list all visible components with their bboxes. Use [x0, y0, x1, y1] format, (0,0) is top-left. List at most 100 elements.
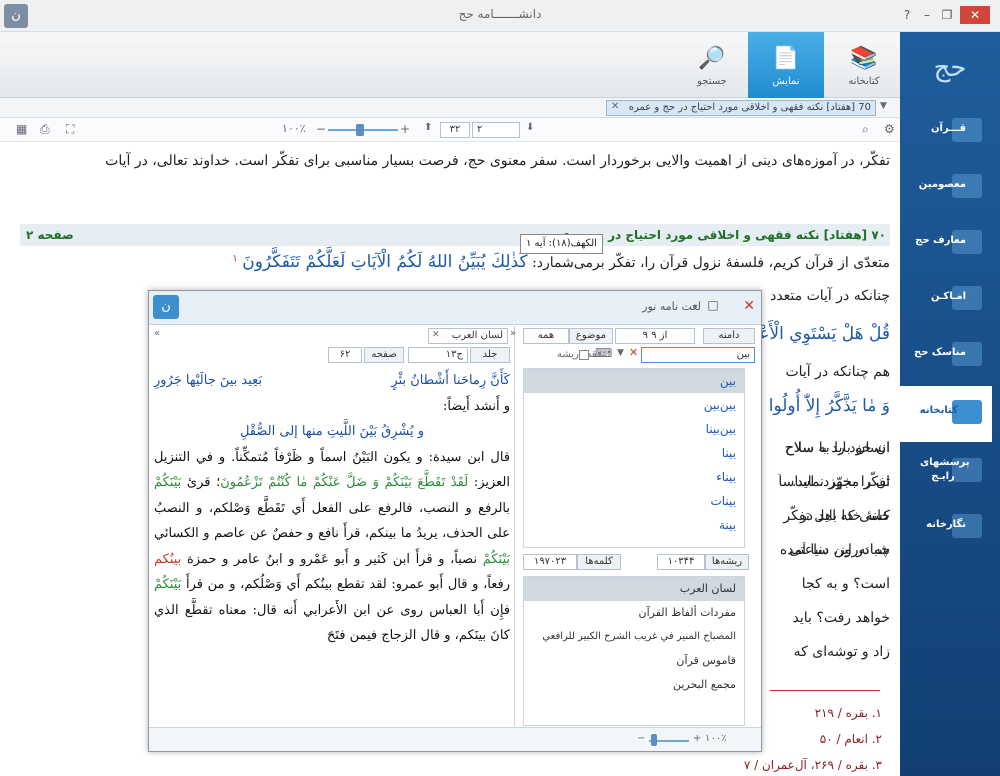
- app-logo-icon: ن: [4, 4, 28, 28]
- tab-view-label: نمایش: [772, 76, 800, 87]
- sidebar-item-gallery[interactable]: نگارخانه: [900, 500, 1000, 556]
- text-line: و أَنشد أَيضاً:: [442, 398, 510, 414]
- sidebar-item-hajj-knowledge[interactable]: معارف حج: [900, 216, 1000, 272]
- sidebar-item-label: کتابخانه: [919, 405, 958, 416]
- page-down-icon[interactable]: ⬇: [526, 122, 534, 133]
- topic-value[interactable]: همه: [523, 328, 569, 344]
- tab-search-label: جستجو: [697, 76, 727, 87]
- page-value[interactable]: ۶۲: [328, 347, 362, 363]
- close-doc-icon[interactable]: ✕: [611, 101, 619, 112]
- paragraph-11: زاد و توشه‌ای که: [793, 644, 890, 660]
- dialog-zoom-in-icon[interactable]: +: [693, 733, 701, 744]
- sidebar-item-quran[interactable]: قـــرآن: [900, 104, 1000, 160]
- page-input[interactable]: ۲: [472, 122, 520, 138]
- keyboard-icon[interactable]: ⌨: [595, 346, 612, 360]
- dialog-zoom-out-icon[interactable]: −: [637, 733, 645, 744]
- paragraph-7b: خانهٔ خدا باید در: [800, 508, 890, 524]
- sidebar-item-label: قـــرآن: [931, 123, 966, 134]
- quran-quote[interactable]: بَيْنَكُمْ: [154, 577, 181, 592]
- list-item[interactable]: مفردات ألفاظ القرآن: [524, 601, 744, 625]
- dialog-zoom-value: ۱۰۰٪: [705, 733, 727, 744]
- list-item[interactable]: بين: [524, 369, 744, 393]
- grid-view-icon[interactable]: ▦: [16, 122, 27, 136]
- list-item[interactable]: بينا: [524, 441, 744, 465]
- list-item[interactable]: المصباح المنير في غريب الشرح الكبير للرا…: [524, 625, 744, 649]
- print-icon[interactable]: ⎙: [40, 122, 50, 137]
- zoom-in-icon[interactable]: +: [400, 122, 410, 136]
- footnote-2[interactable]: ٢. انعام / ۵۰: [820, 732, 882, 746]
- list-item[interactable]: بينة: [524, 513, 744, 537]
- poem-2: و يُشْرِقُ بَيْنَ اللَّيتِ منها إلى الصُ…: [239, 424, 425, 439]
- list-item[interactable]: مجمع البحرين: [524, 673, 744, 697]
- sidebar-item-places[interactable]: امـاکـن: [900, 272, 1000, 328]
- zoom-slider-thumb[interactable]: [356, 124, 364, 136]
- tab-library[interactable]: 📚 کتابخانه: [828, 32, 900, 98]
- verse-3[interactable]: وَ مٰا يَذَّكَّرُ إِلاّٰ أُولُوا: [769, 396, 890, 416]
- dictionary-reader-pane: « لسان العرب ✕ » ۶۲ صفحه ج۱۳ جلد كَأَنَّ…: [150, 326, 516, 726]
- words-count: ۱۹۷۰۲۳: [523, 554, 577, 570]
- roots-count: ۱۰۳۴۴: [657, 554, 705, 570]
- list-item[interactable]: بين‌بين: [524, 393, 744, 417]
- fullscreen-icon[interactable]: ⛶: [66, 122, 74, 137]
- address-dropdown-icon[interactable]: ▼: [880, 101, 887, 111]
- paragraph-3: چنانکه در آیات متعدد: [770, 288, 890, 304]
- quran-quote[interactable]: بَيْنَكُمْ: [483, 552, 510, 567]
- verse-1[interactable]: كَذٰلِكَ يُبَيِّنُ اللهُ لَكُمُ الْآيَات…: [242, 252, 527, 272]
- root-only-checkbox[interactable]: [579, 350, 589, 360]
- roots-label: ریشه‌ها: [705, 554, 749, 570]
- search-dropdown-icon[interactable]: ▼: [617, 348, 624, 358]
- zoom-out-icon[interactable]: −: [316, 122, 326, 136]
- zoom-value: ۱۰۰٪: [282, 122, 306, 135]
- quran-quote[interactable]: لَقَدْ تَقَطَّعَ بَيْنَكُمْ وَ ضَلَّ عَن…: [220, 475, 468, 490]
- search-input[interactable]: بین: [641, 347, 755, 363]
- document-icon: 📄: [772, 46, 800, 71]
- quran-quote[interactable]: بينُكم: [154, 552, 181, 567]
- sidebar-item-rituals[interactable]: مناسک حج: [900, 328, 1000, 384]
- source-field[interactable]: لسان العرب: [428, 328, 508, 344]
- words-label: کلمه‌ها: [577, 554, 621, 570]
- next-arrows-icon[interactable]: »: [510, 328, 516, 339]
- section-header: ۷۰ [هفتاد] نکته فقهی و اخلاقی مورد احتیا…: [20, 224, 890, 246]
- text-segment: فإِن أَبا العباس روى عن ابن الأَعرابي أَ…: [154, 602, 510, 644]
- sidebar-item-infallibles[interactable]: معصومین: [900, 160, 1000, 216]
- list-item[interactable]: بين‌بينا: [524, 417, 744, 441]
- quran-quote[interactable]: بَيْنَكُمْ: [154, 475, 181, 490]
- tab-view[interactable]: 📄 نمایش: [748, 32, 824, 98]
- volume-select[interactable]: ج۱۳: [408, 347, 468, 363]
- list-item[interactable]: لسان العرب: [524, 577, 744, 601]
- settings-icon[interactable]: ⚙: [884, 122, 895, 136]
- list-item[interactable]: بيناء: [524, 465, 744, 489]
- poem-1: كَأَنَّ رِماحَنا أَشْطانُ بئْرٍ بَعِيد ب…: [154, 368, 510, 394]
- sidebar-item-faq[interactable]: پرسشهای رایـج: [900, 444, 1000, 500]
- source-close-icon[interactable]: ✕: [432, 330, 440, 340]
- dialog-maximize-button[interactable]: □: [707, 298, 719, 312]
- text-segment: بالرفع و النصب، فالرفع على الفعل أَي تَق…: [154, 500, 510, 542]
- footnote-3[interactable]: ٣. بقره / ۲۶۹، آل‌عمران / ۷: [744, 758, 882, 772]
- sidebar-item-library[interactable]: کتابخانه: [900, 386, 992, 442]
- tab-search[interactable]: 🔎 جستجو: [676, 32, 748, 98]
- document-address[interactable]: 70 [هفتاد] نکته فقهی و اخلاقی مورد احتیا…: [606, 100, 876, 116]
- verse-footnote-mark[interactable]: ١: [232, 253, 237, 264]
- view-controls: ▦ ⎙ ⛶ ۱۰۰٪ − + ⬆ ۳۲ ۲ ⬇ ⌕ ⚙: [0, 118, 900, 142]
- text-segment: نصباً، و قرأَ ابن كَثير و أَبو عَمْرو و …: [186, 551, 478, 567]
- list-item[interactable]: بينات: [524, 489, 744, 513]
- page-label: صفحه: [364, 347, 404, 363]
- sidebar: حج قـــرآن معصومین معارف حج امـاکـن مناس…: [900, 32, 1000, 776]
- dialog-zoom-thumb[interactable]: [651, 734, 657, 746]
- domain-label[interactable]: دامنه: [703, 328, 755, 344]
- help-icon[interactable]: ?: [898, 8, 916, 22]
- restore-button[interactable]: ❐: [938, 8, 956, 22]
- clear-search-icon[interactable]: ✕: [629, 346, 638, 359]
- footnote-divider: [770, 690, 880, 691]
- prev-arrows-icon[interactable]: «: [154, 328, 160, 339]
- list-item[interactable]: قاموس قرآن: [524, 649, 744, 673]
- footnote-1[interactable]: ١. بقره / ۲۱۹: [815, 706, 882, 720]
- close-button[interactable]: ✕: [960, 6, 990, 24]
- page-up-icon[interactable]: ⬆: [424, 122, 432, 133]
- dictionary-dialog: ن – □ ✕ لغت نامه نور « لسان العرب ✕ » ۶۲…: [148, 290, 762, 752]
- books-icon: 📚: [850, 46, 878, 71]
- search-icon[interactable]: ⌕: [862, 122, 869, 137]
- text-segment: رفعاً، و قال أَبو عمرو: لقد تقطع بينُكم …: [185, 577, 510, 592]
- minimize-button[interactable]: –: [918, 8, 936, 22]
- dialog-close-button[interactable]: ✕: [743, 298, 755, 314]
